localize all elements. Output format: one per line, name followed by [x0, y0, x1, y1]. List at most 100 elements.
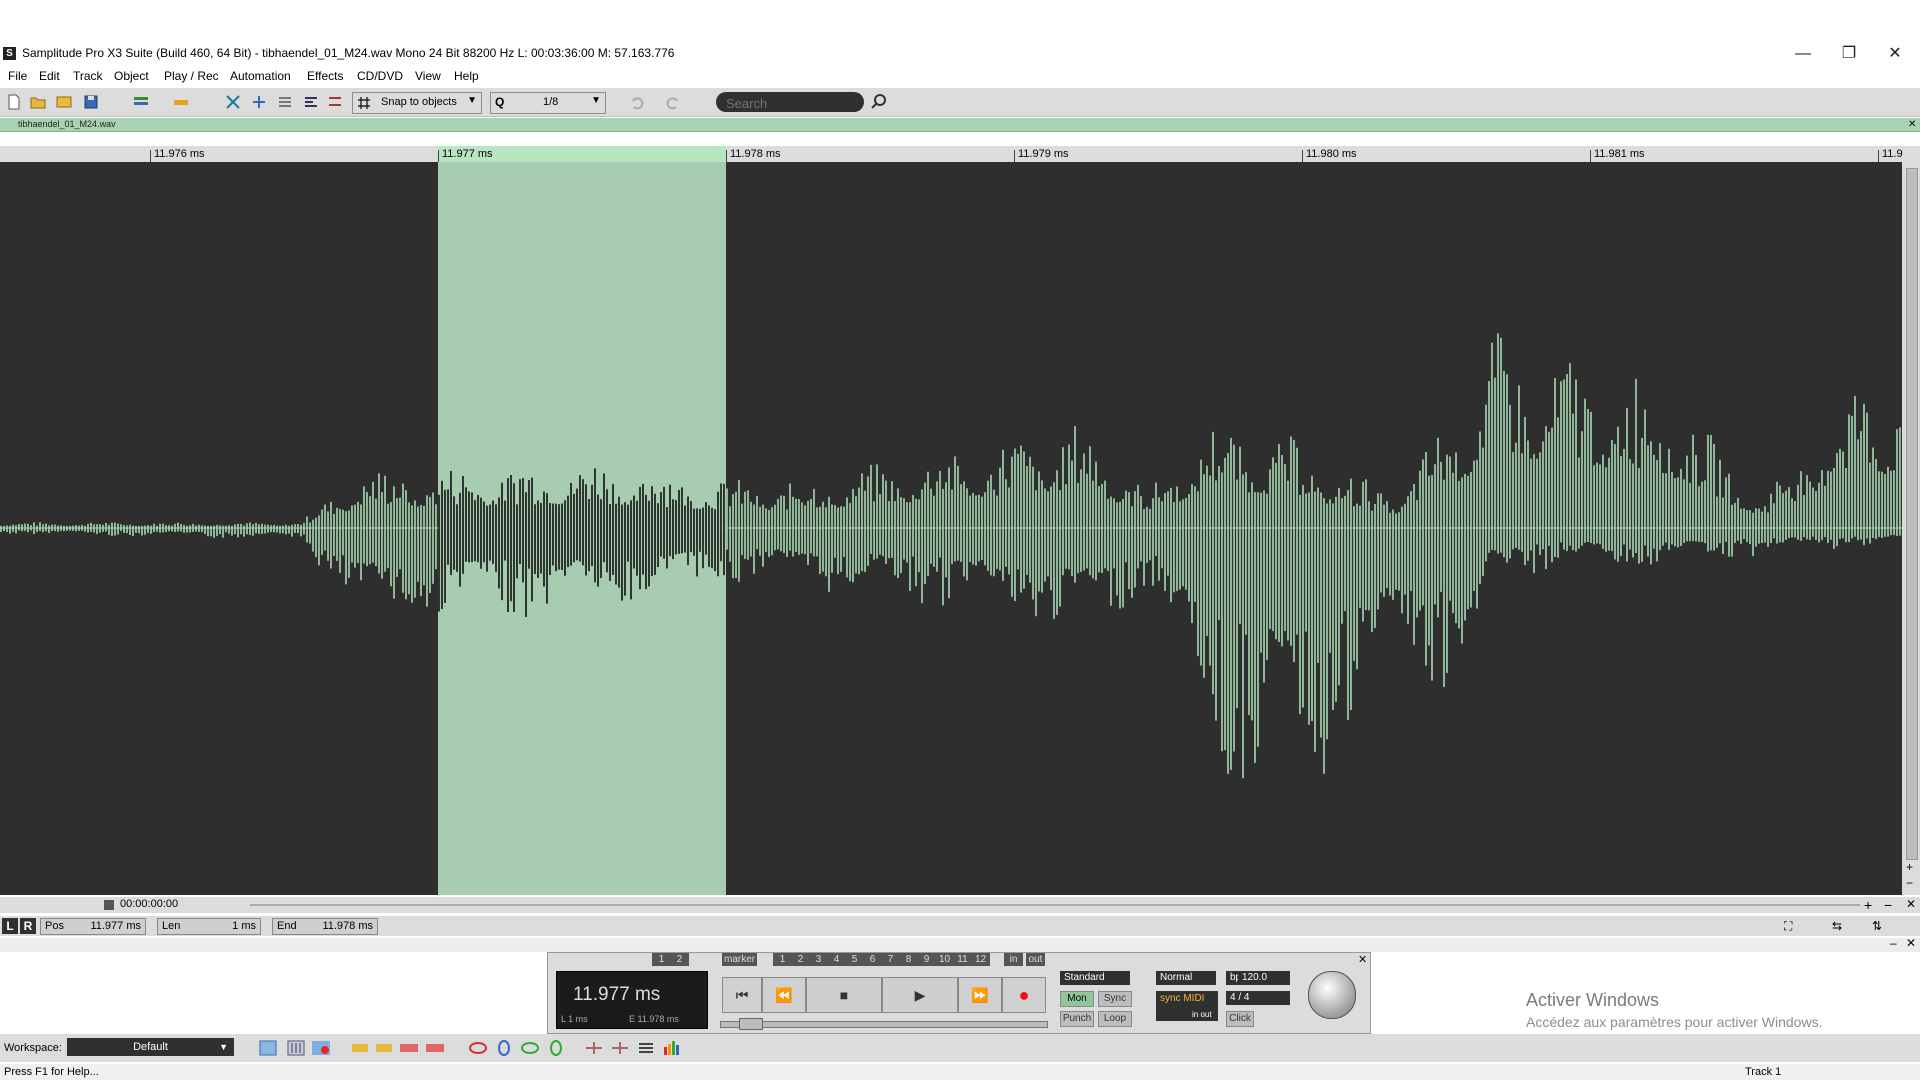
marker-button[interactable]: 2 [670, 953, 689, 966]
minimize-panel-icon[interactable]: – [1890, 936, 1897, 950]
fit-view-icon[interactable]: ⛶ [1784, 919, 1792, 934]
marker-button[interactable]: 12 [971, 953, 990, 966]
marker-button[interactable]: 1 [652, 953, 671, 966]
snap-dropdown[interactable]: Snap to objects ▼ [352, 92, 482, 114]
menu-object[interactable]: Object [114, 66, 149, 86]
loop-button[interactable]: Loop [1098, 1011, 1132, 1027]
menu-file[interactable]: File [8, 66, 27, 86]
scroll-track[interactable] [250, 904, 1860, 906]
zoom-in-icon[interactable]: + [1906, 860, 1913, 874]
sync-button[interactable]: Sync [1098, 991, 1132, 1007]
manager-icon[interactable] [258, 1039, 278, 1057]
grid-settings-icon[interactable] [326, 93, 344, 111]
zoom-out-icon[interactable]: − [1884, 897, 1892, 913]
vertical-view-icon[interactable] [546, 1039, 566, 1057]
view-icon[interactable] [468, 1039, 488, 1057]
play-button[interactable]: ▶ [882, 977, 958, 1013]
swap-vertical-icon[interactable]: ⇅ [1872, 919, 1882, 933]
spectrum-icon[interactable] [662, 1039, 684, 1057]
bpm-value[interactable]: 120.0 [1238, 971, 1290, 985]
marker-button[interactable]: 6 [863, 953, 882, 966]
zoom-in-icon[interactable]: + [1864, 897, 1872, 913]
swap-horizontal-icon[interactable]: ⇆ [1832, 919, 1842, 933]
horizontal-scrollbar[interactable]: 00:00:00:00 + − ✕ [0, 897, 1920, 913]
fast-forward-button[interactable]: ⏩ [958, 977, 1002, 1013]
loop-view-icon[interactable] [520, 1039, 540, 1057]
jog-knob[interactable] [1308, 971, 1356, 1019]
left-locator-button[interactable]: L [2, 918, 18, 934]
menu-effects[interactable]: Effects [307, 66, 343, 86]
end-field[interactable]: End 11.978 ms [272, 918, 378, 935]
marker-out-button[interactable]: out [1026, 953, 1045, 966]
marker-button[interactable]: 11 [953, 953, 972, 966]
marker-button[interactable]: 5 [845, 953, 864, 966]
right-locator-button[interactable]: R [20, 918, 36, 934]
menu-view[interactable]: View [415, 66, 441, 86]
mixer-icon[interactable] [286, 1039, 306, 1057]
zoom-horizontal-icon[interactable] [584, 1039, 604, 1057]
object-editor-icon[interactable] [350, 1039, 370, 1057]
save-icon[interactable] [82, 93, 100, 111]
marker-button[interactable]: 10 [935, 953, 954, 966]
shuttle-knob[interactable] [739, 1018, 763, 1030]
burn-icon[interactable] [424, 1039, 446, 1057]
rewind-button[interactable]: ⏪ [762, 977, 806, 1013]
undo-icon[interactable] [628, 93, 646, 111]
workspace-select[interactable]: Default ▼ [67, 1038, 234, 1056]
close-icon[interactable]: ✕ [1906, 897, 1916, 911]
marker-button[interactable]: 9 [917, 953, 936, 966]
marker-button[interactable]: 7 [881, 953, 900, 966]
transport-mode-select[interactable]: Standard [1060, 971, 1130, 985]
menu-play-rec[interactable]: Play / Rec [164, 66, 219, 86]
marker-button[interactable]: 2 [791, 953, 810, 966]
marker-button[interactable]: 1 [773, 953, 792, 966]
open-folder-icon[interactable] [29, 93, 47, 111]
cut-tool-icon[interactable] [224, 93, 242, 111]
close-icon[interactable]: ✕ [1358, 953, 1367, 966]
list-icon[interactable] [276, 93, 294, 111]
cd-editor-icon[interactable] [398, 1039, 420, 1057]
zoom-out-icon[interactable]: − [1906, 876, 1913, 890]
marker-button[interactable]: 3 [809, 953, 828, 966]
menu-automation[interactable]: Automation [230, 66, 291, 86]
search-icon[interactable] [870, 93, 888, 111]
menu-cd-dvd[interactable]: CD/DVD [357, 66, 403, 86]
menu-edit[interactable]: Edit [39, 66, 60, 86]
track-list-icon[interactable] [636, 1039, 656, 1057]
close-icon[interactable]: ✕ [1908, 118, 1916, 131]
mon-button[interactable]: Mon [1060, 991, 1094, 1007]
pos-field[interactable]: Pos 11.977 ms [40, 918, 146, 935]
track-view-icon[interactable] [132, 93, 150, 111]
go-to-start-button[interactable]: ⏮ [722, 977, 762, 1013]
punch-button[interactable]: Punch [1060, 1011, 1094, 1027]
fade-editor-icon[interactable] [374, 1039, 394, 1057]
close-icon[interactable]: ✕ [1906, 936, 1916, 950]
marker-button[interactable]: 8 [899, 953, 918, 966]
new-file-icon[interactable] [5, 93, 23, 111]
quantize-dropdown[interactable]: Q 1/8 ▼ [490, 92, 606, 114]
redo-icon[interactable] [664, 93, 682, 111]
vertical-scroll-thumb[interactable] [1906, 168, 1918, 860]
time-display[interactable]: 11.977 ms L 1 ms E 11.978 ms [556, 971, 708, 1029]
shuttle-slider[interactable] [720, 1018, 1048, 1030]
marker-button[interactable]: 4 [827, 953, 846, 966]
split-tool-icon[interactable] [250, 93, 268, 111]
sync-view-icon[interactable] [494, 1039, 514, 1057]
align-icon[interactable] [302, 93, 320, 111]
menu-track[interactable]: Track [73, 66, 103, 86]
len-field[interactable]: Len 1 ms [157, 918, 261, 935]
record-button[interactable]: ● [1002, 977, 1046, 1013]
zoom-all-icon[interactable] [610, 1039, 630, 1057]
marker-in-button[interactable]: in [1004, 953, 1023, 966]
record-view-icon[interactable] [310, 1039, 332, 1057]
vertical-scrollbar[interactable]: + − [1902, 162, 1920, 895]
object-tab[interactable]: tibhaendel_01_M24.wav [18, 118, 116, 131]
stop-button[interactable]: ■ [806, 977, 882, 1013]
close-button[interactable]: ✕ [1872, 40, 1918, 68]
record-mode-select[interactable]: Normal [1156, 971, 1216, 985]
color-icon[interactable] [172, 93, 190, 111]
click-button[interactable]: Click [1226, 1011, 1254, 1027]
menu-help[interactable]: Help [454, 66, 479, 86]
minimize-button[interactable]: — [1780, 40, 1826, 68]
open-project-icon[interactable] [55, 93, 73, 111]
